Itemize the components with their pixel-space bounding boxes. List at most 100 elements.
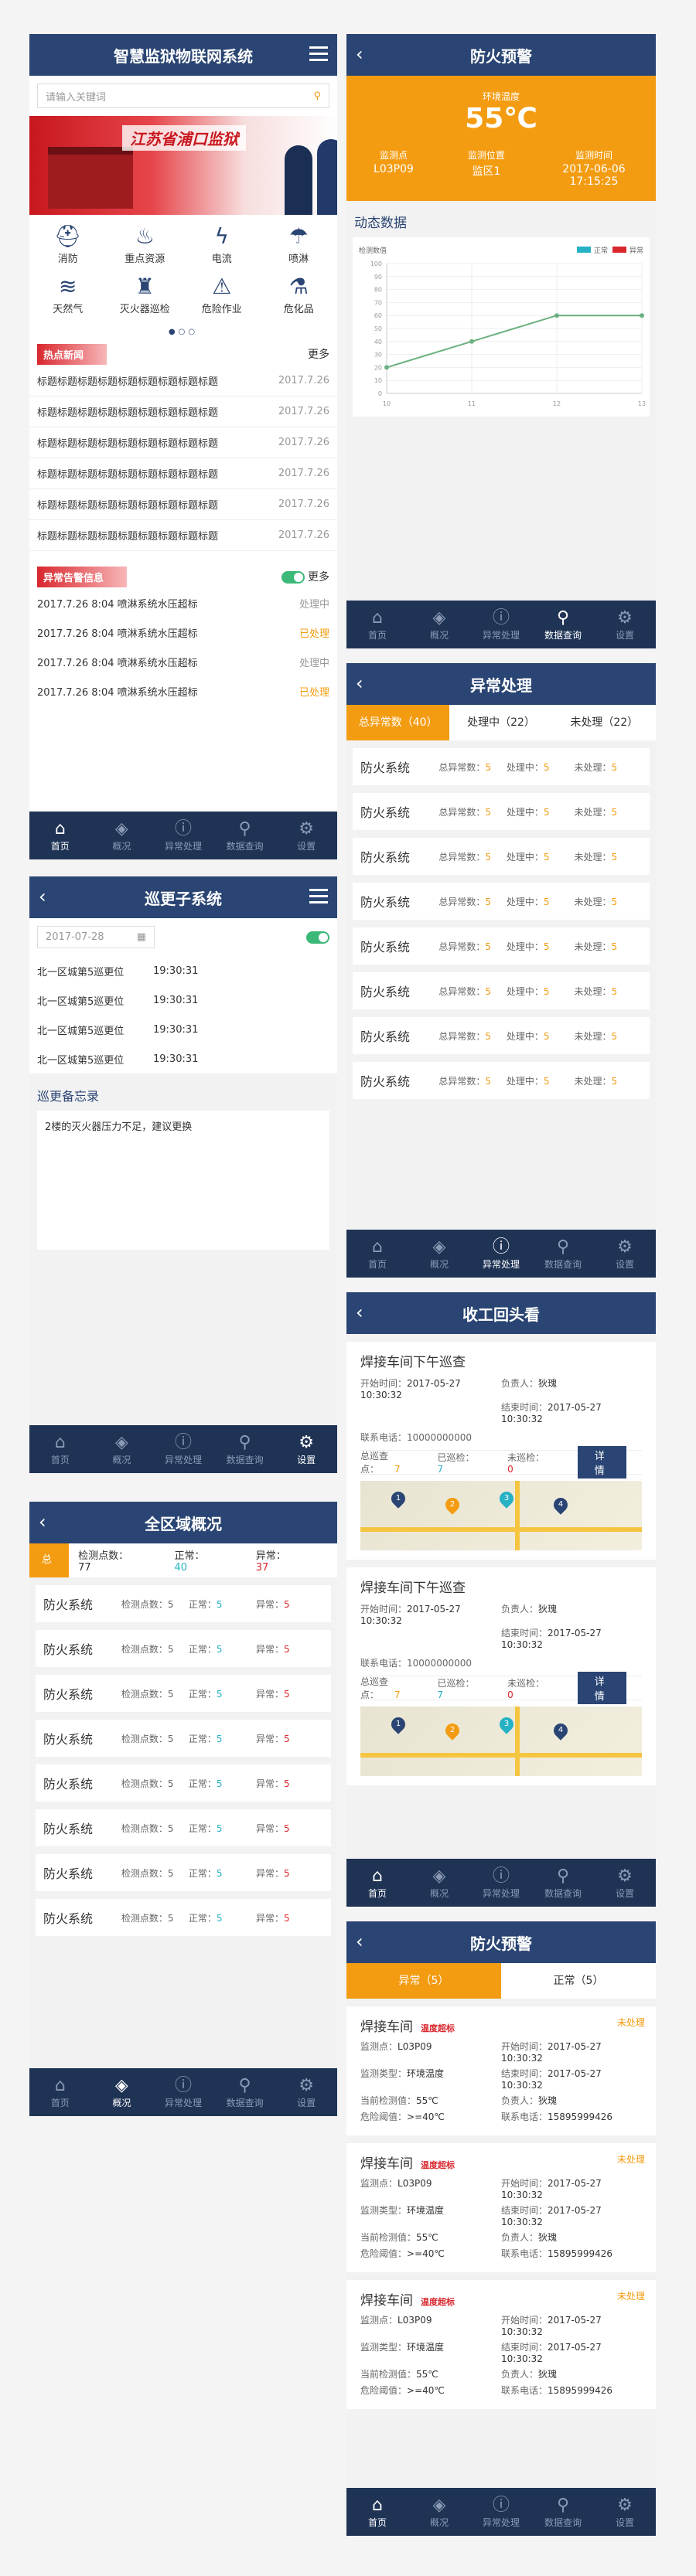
grid-item[interactable]: ☂ 喷淋 [261, 223, 338, 265]
tab-home[interactable]: ⌂ 首页 [350, 1866, 404, 1900]
warning-card[interactable]: 焊接车间 温度超标 未处理 监测点：L03P09 开始时间：2017-05-27 … [346, 2280, 656, 2409]
grid-item[interactable]: ϟ 电流 [183, 223, 261, 265]
tab-search[interactable]: ⚲ 数据查询 [218, 1433, 272, 1466]
tab-fire-0[interactable]: 异常（5） [346, 1963, 501, 1999]
tab-layers[interactable]: ◈ 概况 [412, 608, 466, 641]
tab-home[interactable]: ⌂ 首页 [350, 608, 404, 641]
tab-gear[interactable]: ⚙ 设置 [598, 2496, 652, 2529]
news-item[interactable]: 标题标题标题标题标题标题标题标题标题 2017.7.26 [29, 520, 337, 551]
system-card[interactable]: 防火系统 检测点数：5 正常：5 异常：5 [36, 1585, 331, 1622]
map-pin[interactable]: 2 [442, 1720, 462, 1741]
back-icon[interactable]: ‹ [356, 43, 363, 65]
tab-gear[interactable]: ⚙ 设置 [279, 1433, 333, 1466]
detail-button[interactable]: 详情 [577, 1446, 626, 1479]
alarm-item[interactable]: 2017.7.26 8:04 喷淋系统水压超标 已处理 [29, 618, 337, 647]
tab-alert[interactable]: ⓘ 异常处理 [474, 1866, 528, 1900]
menu-icon[interactable] [309, 889, 328, 904]
route-map[interactable]: 1 2 3 4 [360, 1481, 642, 1550]
route-map[interactable]: 1 2 3 4 [360, 1707, 642, 1776]
grid-item[interactable]: ⚠ 危险作业 [183, 273, 261, 315]
warning-card[interactable]: 焊接车间 温度超标 未处理 监测点：L03P09 开始时间：2017-05-27 … [346, 2143, 656, 2272]
tab-home[interactable]: ⌂ 首页 [350, 1237, 404, 1271]
alarm-more-link[interactable]: 更多 [308, 571, 329, 584]
tab-abnormal-0[interactable]: 总异常数（40） [346, 705, 450, 740]
back-icon[interactable]: ‹ [39, 1511, 46, 1533]
tab-alert[interactable]: ⓘ 异常处理 [156, 1433, 210, 1466]
alarm-item[interactable]: 2017.7.26 8:04 喷淋系统水压超标 处理中 [29, 588, 337, 618]
tab-search[interactable]: ⚲ 数据查询 [218, 819, 272, 852]
map-pin[interactable]: 1 [388, 1489, 408, 1509]
patrol-row[interactable]: 北一区城第5巡更位 19:30:31 [29, 985, 337, 1015]
grid-item[interactable]: ≋ 天然气 [29, 273, 107, 315]
system-card[interactable]: 防火系统 检测点数：5 正常：5 异常：5 [36, 1899, 331, 1936]
map-pin[interactable]: 4 [551, 1495, 571, 1515]
news-item[interactable]: 标题标题标题标题标题标题标题标题标题 2017.7.26 [29, 489, 337, 520]
warning-card[interactable]: 焊接车间 温度超标 未处理 监测点：L03P09 开始时间：2017-05-27 … [346, 2006, 656, 2135]
tab-gear[interactable]: ⚙ 设置 [598, 1866, 652, 1900]
grid-item[interactable]: ♨ 重点资源 [107, 223, 184, 265]
abnormal-card[interactable]: 防火系统 总异常数：5 处理中：5 未处理：5 [353, 1017, 650, 1054]
tab-layers[interactable]: ◈ 概况 [412, 2496, 466, 2529]
tab-alert[interactable]: ⓘ 异常处理 [474, 2496, 528, 2529]
tab-home[interactable]: ⌂ 首页 [33, 1433, 87, 1466]
tab-abnormal-2[interactable]: 未处理（22） [553, 705, 656, 740]
tab-gear[interactable]: ⚙ 设置 [598, 608, 652, 641]
date-picker[interactable]: 2017-07-28 ▦ [37, 926, 155, 948]
menu-icon[interactable] [309, 46, 328, 62]
tab-layers[interactable]: ◈ 概况 [94, 1433, 148, 1466]
memo-textarea[interactable]: 2楼的灭火器压力不足，建议更换 [37, 1111, 329, 1250]
system-card[interactable]: 防火系统 检测点数：5 正常：5 异常：5 [36, 1630, 331, 1667]
patrol-toggle[interactable] [306, 931, 329, 944]
system-card[interactable]: 防火系统 检测点数：5 正常：5 异常：5 [36, 1764, 331, 1802]
tab-layers[interactable]: ◈ 概况 [94, 2076, 148, 2109]
map-pin[interactable]: 3 [496, 1714, 517, 1734]
system-card[interactable]: 防火系统 检测点数：5 正常：5 异常：5 [36, 1809, 331, 1846]
news-more-link[interactable]: 更多 [308, 346, 329, 362]
tab-abnormal-1[interactable]: 处理中（22） [449, 705, 552, 740]
search-icon[interactable]: ⚲ [313, 90, 321, 102]
back-icon[interactable]: ‹ [356, 1302, 363, 1323]
back-icon[interactable]: ‹ [356, 672, 363, 694]
abnormal-card[interactable]: 防火系统 总异常数：5 处理中：5 未处理：5 [353, 972, 650, 1009]
abnormal-card[interactable]: 防火系统 总异常数：5 处理中：5 未处理：5 [353, 927, 650, 965]
tab-search[interactable]: ⚲ 数据查询 [218, 2076, 272, 2109]
tab-search[interactable]: ⚲ 数据查询 [536, 1237, 590, 1271]
tab-layers[interactable]: ◈ 概况 [412, 1237, 466, 1271]
tab-search[interactable]: ⚲ 数据查询 [536, 1866, 590, 1900]
patrol-row[interactable]: 北一区城第5巡更位 19:30:31 [29, 1044, 337, 1074]
abnormal-card[interactable]: 防火系统 总异常数：5 处理中：5 未处理：5 [353, 793, 650, 830]
tab-gear[interactable]: ⚙ 设置 [279, 2076, 333, 2109]
abnormal-card[interactable]: 防火系统 总异常数：5 处理中：5 未处理：5 [353, 1062, 650, 1099]
tab-alert[interactable]: ⓘ 异常处理 [156, 2076, 210, 2109]
news-item[interactable]: 标题标题标题标题标题标题标题标题标题 2017.7.26 [29, 396, 337, 427]
tab-alert[interactable]: ⓘ 异常处理 [474, 1237, 528, 1271]
news-item[interactable]: 标题标题标题标题标题标题标题标题标题 2017.7.26 [29, 458, 337, 489]
alarm-toggle[interactable] [281, 571, 305, 584]
system-card[interactable]: 防火系统 检测点数：5 正常：5 异常：5 [36, 1854, 331, 1891]
abnormal-card[interactable]: 防火系统 总异常数：5 处理中：5 未处理：5 [353, 838, 650, 875]
system-card[interactable]: 防火系统 检测点数：5 正常：5 异常：5 [36, 1675, 331, 1712]
tab-home[interactable]: ⌂ 首页 [33, 819, 87, 852]
abnormal-card[interactable]: 防火系统 总异常数：5 处理中：5 未处理：5 [353, 748, 650, 785]
tab-fire-1[interactable]: 正常（5） [501, 1963, 656, 1999]
patrol-row[interactable]: 北一区城第5巡更位 19:30:31 [29, 1015, 337, 1044]
map-pin[interactable]: 1 [388, 1714, 408, 1734]
tab-layers[interactable]: ◈ 概况 [94, 819, 148, 852]
alarm-item[interactable]: 2017.7.26 8:04 喷淋系统水压超标 处理中 [29, 647, 337, 676]
tab-alert[interactable]: ⓘ 异常处理 [474, 608, 528, 641]
tab-home[interactable]: ⌂ 首页 [33, 2076, 87, 2109]
map-pin[interactable]: 2 [442, 1495, 462, 1515]
patrol-row[interactable]: 北一区城第5巡更位 19:30:31 [29, 956, 337, 985]
grid-item[interactable]: ♜ 灭火器巡检 [107, 273, 184, 315]
tab-gear[interactable]: ⚙ 设置 [279, 819, 333, 852]
tab-search[interactable]: ⚲ 数据查询 [536, 608, 590, 641]
detail-button[interactable]: 详情 [577, 1672, 626, 1704]
grid-item[interactable]: ⚗ 危化品 [261, 273, 338, 315]
banner-image[interactable]: 江苏省浦口监狱 [29, 116, 337, 215]
tab-alert[interactable]: ⓘ 异常处理 [156, 819, 210, 852]
back-icon[interactable]: ‹ [356, 1931, 363, 1952]
map-pin[interactable]: 3 [496, 1489, 517, 1509]
system-card[interactable]: 防火系统 检测点数：5 正常：5 异常：5 [36, 1720, 331, 1757]
tab-home[interactable]: ⌂ 首页 [350, 2496, 404, 2529]
tab-layers[interactable]: ◈ 概况 [412, 1866, 466, 1900]
